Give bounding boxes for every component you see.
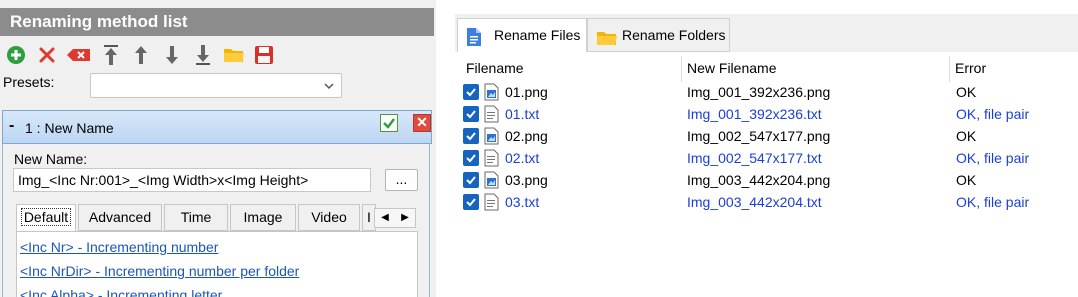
add-icon[interactable] [5,43,27,67]
column-header-error[interactable]: Error [955,60,986,76]
row-checkbox[interactable] [463,106,479,122]
filename-cell: 03.txt [505,194,540,210]
move-bottom-icon[interactable] [192,43,214,67]
enable-method-checkbox[interactable] [380,114,398,132]
error-cell: OK, file pair [956,150,1030,166]
table-row[interactable]: 01.txt Img_001_392x236.txt OK, file pair [455,103,1078,125]
filename-cell: 03.png [505,172,548,188]
file-list: Filename New Filename Error 01.png Img_00… [455,52,1078,297]
tab-default[interactable]: Default [16,204,76,233]
panel-title: Renaming method list [0,8,434,36]
filename-cell: 02.txt [505,150,540,166]
error-cell: OK, file pair [956,106,1030,122]
presets-dropdown[interactable] [90,73,342,98]
filename-cell: 01.txt [505,106,540,122]
column-header-filename[interactable]: Filename [466,60,524,76]
renaming-method-panel: Renaming method list Presets: - 1 : New … [0,0,436,297]
method-tabs: Default Advanced Time Image Video I ◀ ▶ [16,204,418,233]
row-checkbox[interactable] [463,150,479,166]
error-cell: OK [956,84,977,100]
new-filename-cell: Img_002_547x177.txt [687,150,822,166]
new-filename-cell: Img_003_442x204.png [687,172,831,188]
link-inc-nrdir[interactable]: <Inc NrDir> - Incrementing number per fo… [20,263,299,279]
tab-time[interactable]: Time [164,204,228,231]
new-name-label: New Name: [14,151,88,167]
tab-rename-files[interactable]: Rename Files [457,18,587,53]
tab-advanced[interactable]: Advanced [78,204,162,231]
new-filename-cell: Img_003_442x204.txt [687,194,822,210]
tab-scroll[interactable]: ◀ ▶ [374,208,416,228]
tab-rename-folders[interactable]: Rename Folders [587,18,730,52]
table-row[interactable]: 01.png Img_001_392x236.png OK [455,81,1078,103]
files-panel: Rename Files Rename Folders Filename New… [455,14,1078,297]
link-inc-alpha[interactable]: <Inc Alpha> - Incrementing letter [20,287,222,297]
row-checkbox[interactable] [463,128,479,144]
filename-cell: 01.png [505,84,548,100]
row-checkbox[interactable] [463,194,479,210]
method-title: 1 : New Name [25,120,114,136]
image-file-icon [484,83,500,104]
browse-button[interactable]: ... [385,169,418,191]
row-checkbox[interactable] [463,172,479,188]
error-cell: OK, file pair [956,194,1030,210]
delete-icon[interactable] [36,43,58,67]
row-checkbox[interactable] [463,84,479,100]
scroll-left-icon[interactable]: ◀ [375,209,395,227]
column-header-new-filename[interactable]: New Filename [687,60,776,76]
image-file-icon [484,127,500,148]
text-file-icon [484,193,500,214]
text-file-icon [484,149,500,170]
move-top-icon[interactable] [100,43,122,67]
column-divider[interactable] [949,56,950,82]
save-icon[interactable] [253,43,275,67]
clear-icon[interactable] [66,43,92,67]
collapse-icon[interactable]: - [9,117,14,135]
move-up-icon[interactable] [130,43,152,67]
open-folder-icon[interactable] [222,43,246,67]
table-row[interactable]: 02.png Img_002_547x177.png OK [455,125,1078,147]
image-file-icon [484,171,500,192]
tab-image[interactable]: Image [230,204,296,231]
remove-method-icon[interactable]: ✕ [413,114,431,132]
move-down-icon[interactable] [161,43,183,67]
error-cell: OK [956,128,977,144]
new-filename-cell: Img_001_392x236.png [687,84,831,100]
text-file-icon [484,105,500,126]
table-row[interactable]: 02.txt Img_002_547x177.txt OK, file pair [455,147,1078,169]
error-cell: OK [956,172,977,188]
new-filename-cell: Img_001_392x236.txt [687,106,822,122]
link-inc-nr[interactable]: <Inc Nr> - Incrementing number [20,239,218,255]
presets-label: Presets: [3,74,55,90]
table-row[interactable]: 03.png Img_003_442x204.png OK [455,169,1078,191]
tab-video[interactable]: Video [298,204,360,231]
new-name-input[interactable]: Img_<Inc Nr:001>_<Img Width>x<Img Height… [13,168,371,192]
method-header[interactable]: - 1 : New Name ✕ [2,110,432,144]
scroll-right-icon[interactable]: ▶ [395,209,415,227]
table-row[interactable]: 03.txt Img_003_442x204.txt OK, file pair [455,191,1078,213]
column-divider[interactable] [681,56,682,82]
new-filename-cell: Img_002_547x177.png [687,128,831,144]
chevron-down-icon [323,79,335,95]
filename-cell: 02.png [505,128,548,144]
rename-tabs: Rename Files Rename Folders [455,14,1078,53]
